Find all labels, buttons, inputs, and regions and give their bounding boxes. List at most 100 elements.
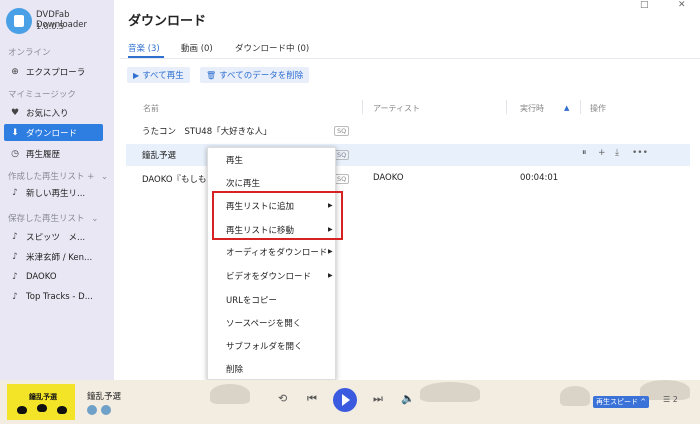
sidebar-item-label: Top Tracks - D... (26, 291, 93, 302)
context-menu: 再生 次に再生 再生リストに追加 ▶ 再生リストに移動 ▶ オーディオをダウンロ… (207, 147, 336, 380)
globe-icon: ⊕ (11, 66, 19, 77)
delete-all-button[interactable]: 🗑 すべてのデータを削除 (200, 67, 310, 83)
divider (506, 100, 507, 114)
sidebar-item-history[interactable]: ◷ 再生履歴 (4, 145, 103, 162)
music-note-icon: ♪ (12, 251, 18, 262)
app-logo-icon (6, 8, 32, 34)
album-art-figure (37, 404, 47, 412)
heart-icon: ♥ (10, 107, 20, 118)
play-all-button[interactable]: ▶ すべて再生 (127, 67, 190, 83)
sidebar-item-new-playlist[interactable]: ♪ 新しい再生リ... (4, 184, 103, 201)
chevron-down-icon[interactable]: ⌄ (91, 214, 98, 224)
music-note-icon: ♪ (12, 271, 18, 282)
submenu-arrow-icon: ▶ (328, 248, 333, 255)
music-note-icon: ♪ (12, 187, 18, 198)
sidebar-item-label: お気に入り (26, 108, 69, 119)
next-track-icon[interactable]: ⏭ (373, 392, 383, 406)
divider (362, 100, 363, 114)
check-icon[interactable] (101, 405, 111, 415)
menu-item-download-audio[interactable]: オーディオをダウンロード (226, 246, 327, 258)
sidebar-item-label: 新しい再生リ... (26, 188, 86, 199)
table-row[interactable]: うたコン STU48「大好きな人」 SQ (126, 120, 690, 142)
playback-speed-button[interactable]: 再生スピード ^ (593, 396, 650, 408)
sort-ascending-icon[interactable]: ▲ (564, 104, 569, 112)
queue-button[interactable]: ☰ 2 (663, 395, 678, 404)
sidebar-item-saved-playlist[interactable]: ♪ Top Tracks - D... (4, 288, 103, 305)
section-created-playlists: 作成した再生リスト + ⌄ (8, 170, 108, 182)
background-bird-decoration (560, 386, 590, 406)
background-bird-decoration (210, 384, 250, 404)
quality-badge: SQ (334, 126, 350, 136)
button-label: すべて再生 (142, 71, 184, 81)
sidebar-item-label: 再生履歴 (26, 149, 61, 160)
clock-icon: ◷ (11, 148, 19, 159)
divider (580, 100, 581, 114)
column-header-duration[interactable]: 実行時 (520, 103, 544, 114)
section-label: 作成した再生リスト (8, 172, 85, 182)
sidebar-item-saved-playlist[interactable]: ♪ DAOKO (4, 268, 103, 285)
sidebar: DVDFab Downloader 1.0.0.5 オンライン ⊕ エクスプロー… (0, 0, 114, 380)
favorite-icon[interactable] (87, 405, 97, 415)
section-saved-playlists: 保存した再生リスト ⌄ (8, 212, 98, 224)
menu-item-play[interactable]: 再生 (226, 154, 243, 166)
section-label: 保存した再生リスト (8, 214, 85, 224)
button-label: すべてのデータを削除 (219, 71, 304, 81)
download-icon[interactable]: ⤓ (615, 148, 619, 158)
column-header-actions: 操作 (590, 104, 606, 113)
album-art-figure (57, 406, 67, 414)
sidebar-item-label: ダウンロード (26, 128, 78, 139)
player-bar: 鐘乱予選 鐘乱予選 ⟲ ⏮ ⏭ 🔈 再生スピード ^ ☰ 2 (0, 380, 700, 424)
trash-icon: 🗑 (206, 70, 217, 80)
column-header-artist[interactable]: アーティスト (373, 103, 420, 114)
previous-track-icon[interactable]: ⏮ (307, 392, 317, 406)
album-art-text: 鐘乱予選 (29, 393, 57, 401)
track-name: 鐘乱予選 (142, 151, 177, 161)
menu-item-play-next[interactable]: 次に再生 (226, 177, 260, 189)
track-duration: 00:04:01 (520, 173, 559, 183)
tab-video[interactable]: 動画 (0) (181, 42, 213, 54)
menu-item-download-video[interactable]: ビデオをダウンロード (226, 270, 311, 282)
menu-item-copy-url[interactable]: URLをコピー (226, 294, 277, 306)
sidebar-item-saved-playlist[interactable]: ♪ スピッツ メ... (4, 228, 103, 245)
queue-count: 2 (672, 395, 678, 404)
section-my-music: マイミュージック (8, 90, 76, 100)
play-button[interactable] (333, 388, 357, 412)
column-header-name[interactable]: 名前 (143, 103, 159, 114)
close-window-button[interactable]: ✕ (678, 0, 686, 10)
submenu-arrow-icon: ▶ (328, 272, 333, 279)
sidebar-item-saved-playlist[interactable]: ♪ 米津玄師 / Ken... (4, 248, 103, 265)
album-art-figure (17, 406, 27, 414)
sidebar-item-label: DAOKO (26, 271, 57, 282)
background-bird-decoration (420, 382, 480, 402)
track-name: うたコン STU48「大好きな人」 (142, 127, 272, 137)
more-icon[interactable]: ••• (632, 148, 648, 158)
album-art[interactable]: 鐘乱予選 (7, 384, 75, 420)
tab-music[interactable]: 音楽 (3) (128, 42, 160, 54)
app-version: 1.0.0.5 (36, 22, 64, 31)
download-icon: ⬇ (11, 127, 19, 138)
sidebar-item-downloads[interactable]: ⬇ ダウンロード (4, 124, 103, 141)
now-playing-title: 鐘乱予選 (87, 392, 122, 402)
quality-badge: SQ (334, 174, 350, 184)
sidebar-item-label: エクスプローラ (26, 67, 86, 78)
restore-window-button[interactable]: □ (640, 0, 649, 10)
sidebar-item-label: スピッツ メ... (26, 232, 86, 243)
play-icon: ▶ (133, 70, 140, 80)
divider (120, 58, 700, 59)
chevron-down-icon[interactable]: ⌄ (101, 172, 108, 182)
tab-downloading[interactable]: ダウンロード中 (0) (235, 42, 309, 54)
add-icon[interactable]: + (598, 148, 606, 158)
menu-item-open-subfolder[interactable]: サブフォルダを開く (226, 340, 303, 352)
repeat-icon[interactable]: ⟲ (278, 392, 287, 405)
volume-icon[interactable]: 🔈 (401, 392, 415, 405)
pause-icon[interactable]: ⏸ (582, 148, 587, 158)
page-title: ダウンロード (128, 14, 207, 29)
sidebar-item-explorer[interactable]: ⊕ エクスプローラ (4, 63, 103, 80)
menu-item-open-source-page[interactable]: ソースページを開く (226, 317, 301, 329)
section-online: オンライン (8, 48, 51, 58)
add-playlist-button[interactable]: + (87, 172, 94, 182)
highlight-annotation-box (212, 191, 343, 240)
music-note-icon: ♪ (12, 231, 18, 242)
sidebar-item-favorites[interactable]: ♥ お気に入り (4, 104, 103, 121)
menu-item-delete[interactable]: 削除 (226, 363, 243, 375)
